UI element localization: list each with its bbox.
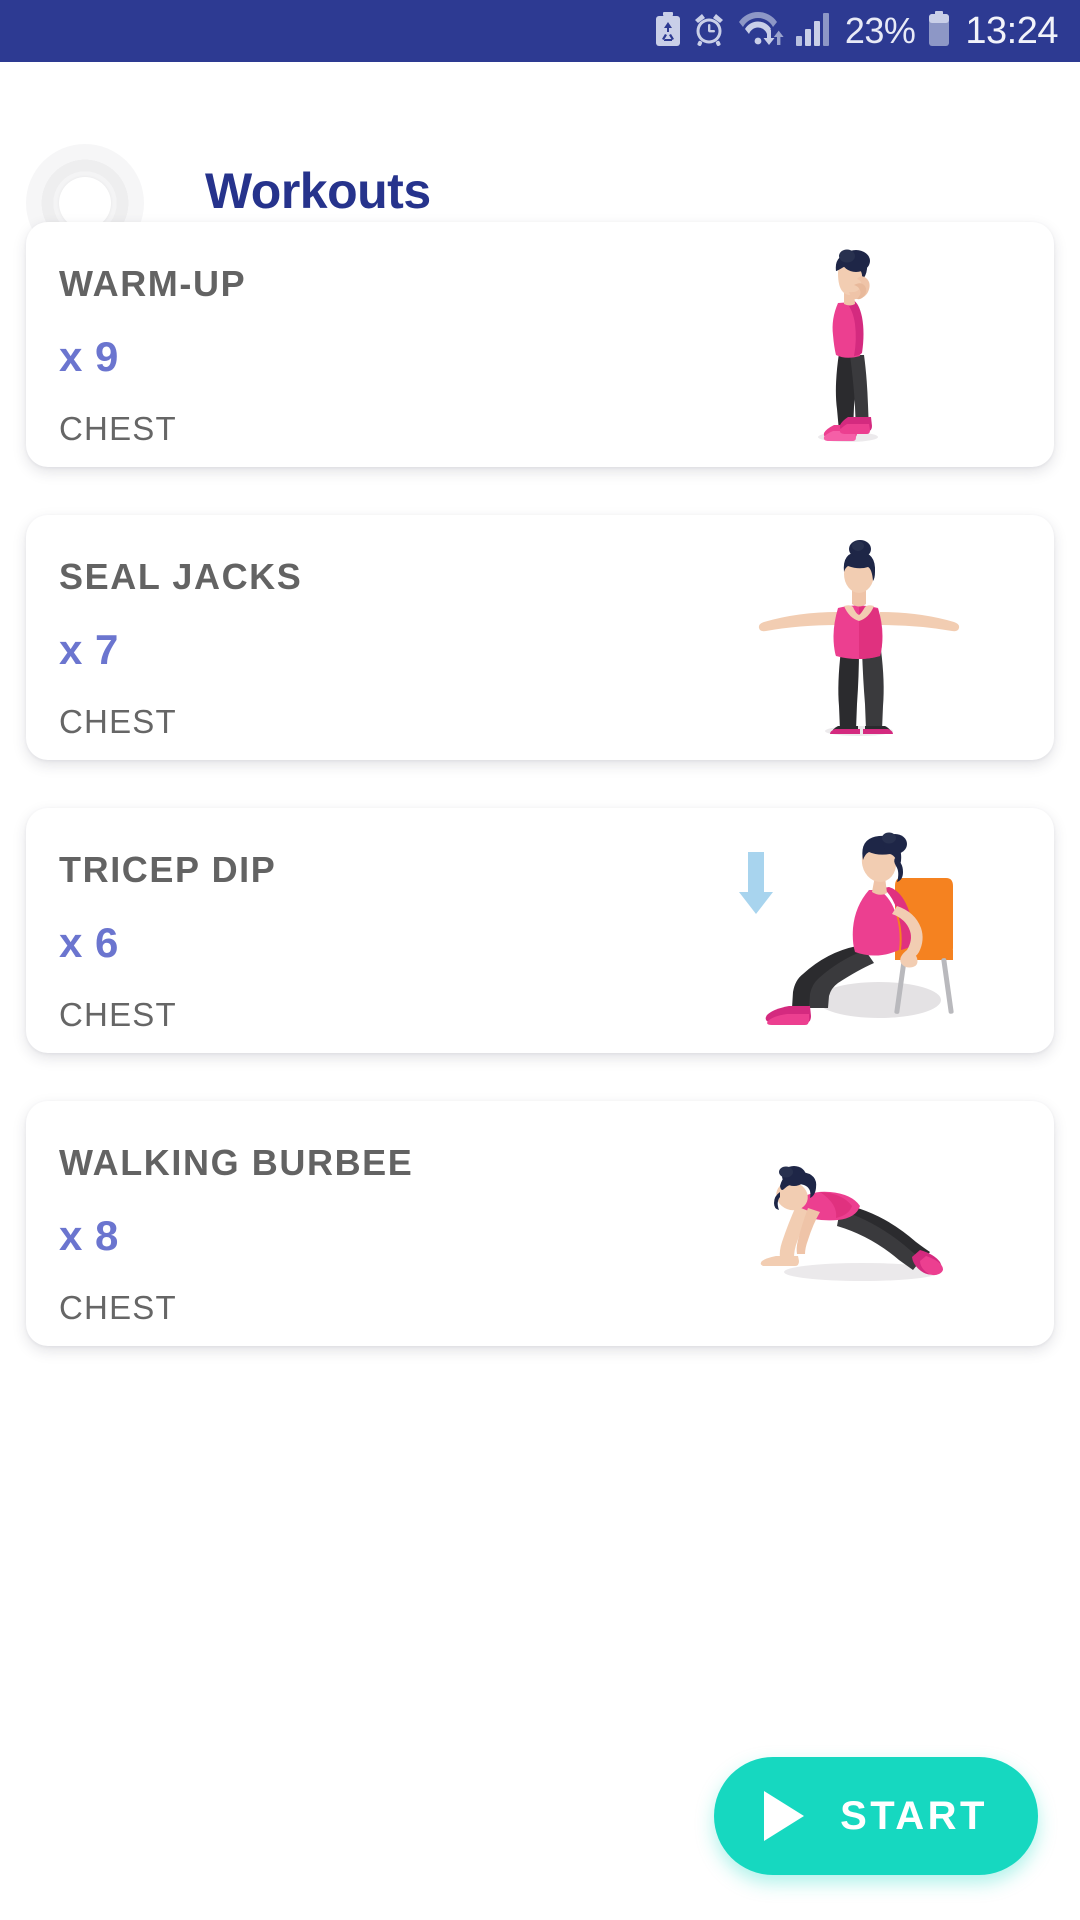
muscle-group-label: CHEST xyxy=(59,410,177,447)
exercise-reps: x 7 xyxy=(59,626,119,673)
exercise-reps: x 9 xyxy=(59,333,119,380)
exercise-name: WALKING BURBEE xyxy=(59,1142,414,1183)
signal-bars-icon xyxy=(795,12,832,51)
start-button-container: START xyxy=(714,1757,1038,1875)
exercise-reps: x 8 xyxy=(59,1212,119,1259)
exercise-name: TRICEP DIP xyxy=(59,849,277,890)
start-button[interactable]: START xyxy=(714,1757,1038,1875)
workout-card[interactable]: WARM-UP x 9 CHEST xyxy=(26,222,1054,467)
start-button-label: START xyxy=(840,1793,988,1838)
exercise-illustration-standing-side-pose xyxy=(694,222,1024,467)
exercise-illustration-plank-pose xyxy=(694,1101,1024,1346)
muscle-group-label: CHEST xyxy=(59,703,177,740)
workout-card-text: WALKING BURBEE x 8 CHEST xyxy=(59,1142,414,1326)
play-icon xyxy=(764,1791,805,1841)
app-header: Workouts xyxy=(0,62,1080,262)
battery-saver-icon xyxy=(655,11,681,51)
muscle-group-label: CHEST xyxy=(59,1289,177,1326)
exercise-illustration-arms-out-front-pose xyxy=(694,515,1024,760)
down-arrow-icon xyxy=(739,852,773,914)
workout-card[interactable]: TRICEP DIP x 6 CHEST xyxy=(26,808,1054,1053)
status-bar: 23% 13:24 xyxy=(0,0,1080,62)
workout-card[interactable]: SEAL JACKS x 7 CHEST xyxy=(26,515,1054,760)
workout-card-text: TRICEP DIP x 6 CHEST xyxy=(59,849,277,1033)
battery-icon xyxy=(928,10,950,52)
workout-card-text: SEAL JACKS x 7 CHEST xyxy=(59,556,303,740)
workout-list: WARM-UP x 9 CHEST SEAL JACKS x 7 CHEST T… xyxy=(0,222,1080,1346)
wifi-icon xyxy=(737,11,785,52)
page-title: Workouts xyxy=(205,163,431,219)
workout-card-text: WARM-UP x 9 CHEST xyxy=(59,263,247,447)
exercise-name: WARM-UP xyxy=(59,263,247,304)
exercise-reps: x 6 xyxy=(59,919,119,966)
alarm-clock-icon xyxy=(692,12,726,51)
muscle-group-label: CHEST xyxy=(59,996,177,1033)
exercise-name: SEAL JACKS xyxy=(59,556,303,597)
battery-percent-label: 23% xyxy=(844,10,916,51)
workout-card[interactable]: WALKING BURBEE x 8 CHEST xyxy=(26,1101,1054,1346)
exercise-illustration-chair-dip-pose xyxy=(694,808,1024,1053)
clock-label: 13:24 xyxy=(965,10,1058,52)
